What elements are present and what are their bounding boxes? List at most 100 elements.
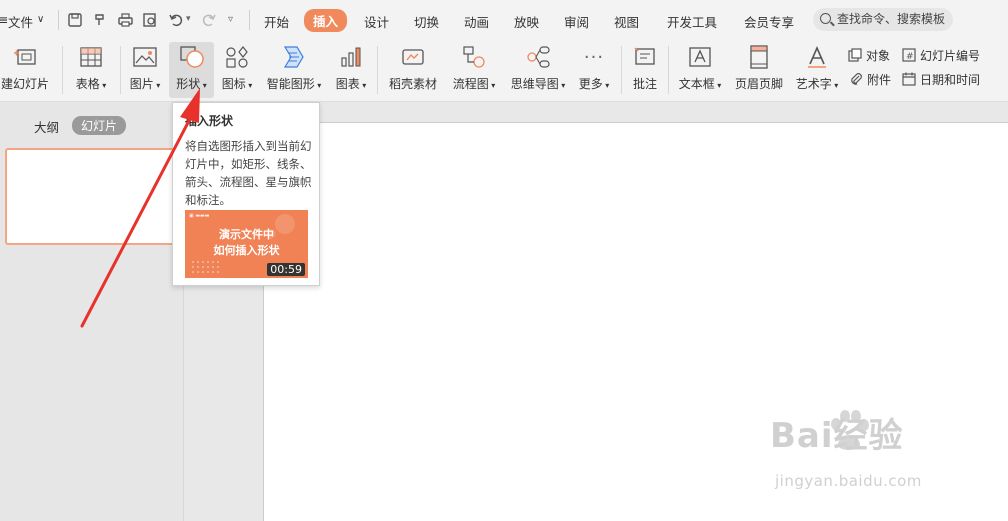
table-label: 表格 ▾ [75, 77, 107, 91]
picture-button[interactable]: 图片 ▾ [126, 42, 164, 98]
smartart-label: 智能图形 ▾ [266, 77, 322, 91]
datetime-button[interactable]: 日期和时间 [902, 69, 980, 89]
icons-icon [224, 44, 250, 70]
divider [62, 46, 63, 94]
shape-icon [179, 44, 205, 70]
slide-panel: 大纲 幻灯片 [0, 103, 184, 521]
tab-insert[interactable]: 插入 [304, 9, 348, 32]
watermark-brand: Bai经验 [770, 416, 904, 456]
tab-home[interactable]: 开始 [264, 12, 289, 31]
smartart-icon [281, 44, 307, 70]
textbox-icon [687, 44, 713, 70]
chart-button[interactable]: 图表 ▾ [332, 42, 370, 98]
header-footer-icon [746, 44, 772, 70]
tab-transitions[interactable]: 切换 [414, 12, 439, 31]
attachment-button[interactable]: 附件 [849, 69, 891, 89]
baidu-watermark: Bai经验 jingyan.baidu.com [770, 408, 1000, 498]
tab-slideshow[interactable]: 放映 [514, 12, 539, 31]
new-slide-button[interactable]: 建幻灯片 [0, 42, 54, 98]
svg-text:#: # [906, 52, 914, 62]
comment-icon [632, 44, 658, 70]
comment-button[interactable]: 批注 [628, 42, 662, 98]
divider [668, 46, 669, 94]
attachment-label: 附件 [867, 72, 892, 87]
tab-member[interactable]: 会员专享 [744, 12, 794, 31]
slide-thumbnail[interactable] [5, 148, 177, 245]
material-label: 稻壳素材 [388, 77, 437, 91]
tab-animations[interactable]: 动画 [464, 12, 489, 31]
customize-toolbar-icon[interactable]: ▿ [228, 14, 233, 25]
chevron-down-icon[interactable]: ∨ [37, 14, 44, 25]
tab-developer[interactable]: 开发工具 [667, 12, 717, 31]
object-label: 对象 [866, 48, 891, 63]
material-icon [400, 44, 426, 70]
tab-slides[interactable]: 幻灯片 [72, 116, 127, 135]
mindmap-button[interactable]: 思维导图 ▾ [507, 42, 569, 98]
video-duration: 00:59 [267, 263, 305, 276]
tab-review[interactable]: 审阅 [564, 12, 589, 31]
tooltip-title: 插入形状 [185, 114, 234, 128]
paperclip-icon [849, 72, 863, 86]
undo-icon[interactable] [166, 10, 186, 30]
object-button[interactable]: 对象 [848, 45, 890, 65]
flowchart-button[interactable]: 流程图 ▾ [449, 42, 499, 98]
format-painter-icon[interactable] [90, 10, 110, 30]
save-icon[interactable] [65, 10, 85, 30]
shape-button[interactable]: 形状 ▾ [169, 42, 214, 98]
wordart-icon [804, 44, 830, 70]
mindmap-label: 思维导图 ▾ [510, 77, 566, 91]
picture-label: 图片 ▾ [129, 77, 161, 91]
slide-number-label: 幻灯片编号 [920, 48, 981, 63]
wordart-label: 艺术字 ▾ [795, 77, 839, 91]
menu-bar: ≡ 文件 ∨ ▾ ▿ 开始 插入 设计 切换 动画 放映 审阅 视图 开发工具 … [0, 0, 1008, 40]
table-button[interactable]: 表格 ▾ [72, 42, 110, 98]
insert-ribbon: 建幻灯片 ▾ 表格 ▾ 图片 ▾ 形状 ▾ 图标 ▾ 智能图形 ▾ 图表 ▾ 稻… [0, 40, 1008, 102]
tab-outline[interactable]: 大纲 [34, 117, 59, 136]
divider [58, 10, 59, 30]
table-icon [78, 44, 104, 70]
shape-tooltip: 插入形状 将自选图形插入到当前幻灯片中，如矩形、线条、箭头、流程图、星与旗帜和标… [172, 102, 320, 286]
textbox-label: 文本框 ▾ [678, 77, 722, 91]
comment-label: 批注 [632, 77, 657, 91]
search-box[interactable]: 查找命令、搜索模板 [813, 8, 953, 31]
header-footer-label: 页眉页脚 [734, 77, 783, 91]
shape-label: 形状 ▾ [176, 77, 207, 91]
datetime-label: 日期和时间 [920, 72, 981, 87]
calendar-icon [902, 72, 916, 86]
picture-icon [132, 44, 158, 70]
divider [377, 46, 378, 94]
file-menu[interactable]: 文件 [8, 12, 33, 31]
material-button[interactable]: 稻壳素材 [385, 42, 441, 98]
search-placeholder: 查找命令、搜索模板 [837, 12, 946, 26]
slide-number-icon: # [902, 48, 916, 62]
tab-view[interactable]: 视图 [614, 12, 639, 31]
header-footer-button[interactable]: 页眉页脚 [732, 42, 786, 98]
icon-button[interactable]: 图标 ▾ [219, 42, 255, 98]
divider [249, 10, 250, 30]
print-preview-icon[interactable] [140, 10, 160, 30]
wordart-button[interactable]: 艺术字 ▾ [793, 42, 841, 98]
tab-design[interactable]: 设计 [364, 12, 389, 31]
chart-label: 图表 ▾ [335, 77, 367, 91]
more-icon: ··· [583, 46, 605, 68]
textbox-button[interactable]: 文本框 ▾ [675, 42, 725, 98]
icon-label: 图标 ▾ [221, 77, 253, 91]
chevron-down-icon[interactable]: ▾ [38, 81, 43, 91]
chart-icon [338, 44, 364, 70]
flowchart-icon [461, 44, 487, 70]
print-icon[interactable] [115, 10, 135, 30]
more-button[interactable]: ··· 更多 ▾ [576, 42, 612, 98]
search-icon [820, 13, 831, 24]
watermark-url: jingyan.baidu.com [775, 472, 922, 490]
slide-number-button[interactable]: # 幻灯片编号 [902, 45, 980, 65]
flowchart-label: 流程图 ▾ [452, 77, 496, 91]
smartart-button[interactable]: 智能图形 ▾ [264, 42, 324, 98]
object-icon [848, 48, 862, 62]
divider [621, 46, 622, 94]
more-label: 更多 ▾ [578, 77, 610, 91]
tutorial-video-thumbnail[interactable]: ▣ ▬▬▬ 演示文件中 如何插入形状 00:59 [185, 210, 308, 278]
redo-icon[interactable] [199, 10, 219, 30]
mindmap-icon [525, 44, 551, 70]
undo-dropdown-icon[interactable]: ▾ [186, 14, 191, 24]
divider [120, 46, 121, 94]
